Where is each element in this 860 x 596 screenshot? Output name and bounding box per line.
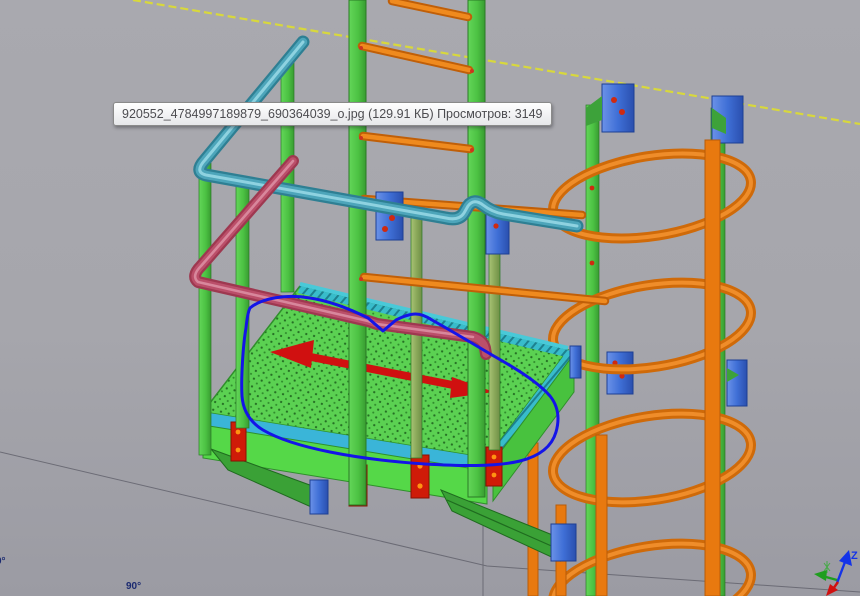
x-axis-arrow xyxy=(826,582,838,596)
z-axis-label: Z xyxy=(851,550,858,562)
wall-plate-left xyxy=(310,480,328,514)
corner-plate-blue xyxy=(570,346,581,378)
mount-plate-right-1 xyxy=(602,84,634,132)
image-tooltip: 920552_4784997189879_690364039_o.jpg (12… xyxy=(113,102,552,126)
y-axis-arrow xyxy=(814,561,837,581)
support-gusset-right xyxy=(441,490,560,561)
cad-scene: Z xyxy=(0,0,860,596)
wall-plate-right xyxy=(551,524,576,561)
cad-image-viewport[interactable]: Z 920552_4784997189879_690364039_o.jpg (… xyxy=(0,0,860,596)
angle-label-bottom: 90° xyxy=(126,581,141,592)
z-axis-arrow: Z xyxy=(837,550,858,583)
mid-plate-right-2 xyxy=(727,360,747,406)
angle-label-left: 0° xyxy=(0,556,6,567)
